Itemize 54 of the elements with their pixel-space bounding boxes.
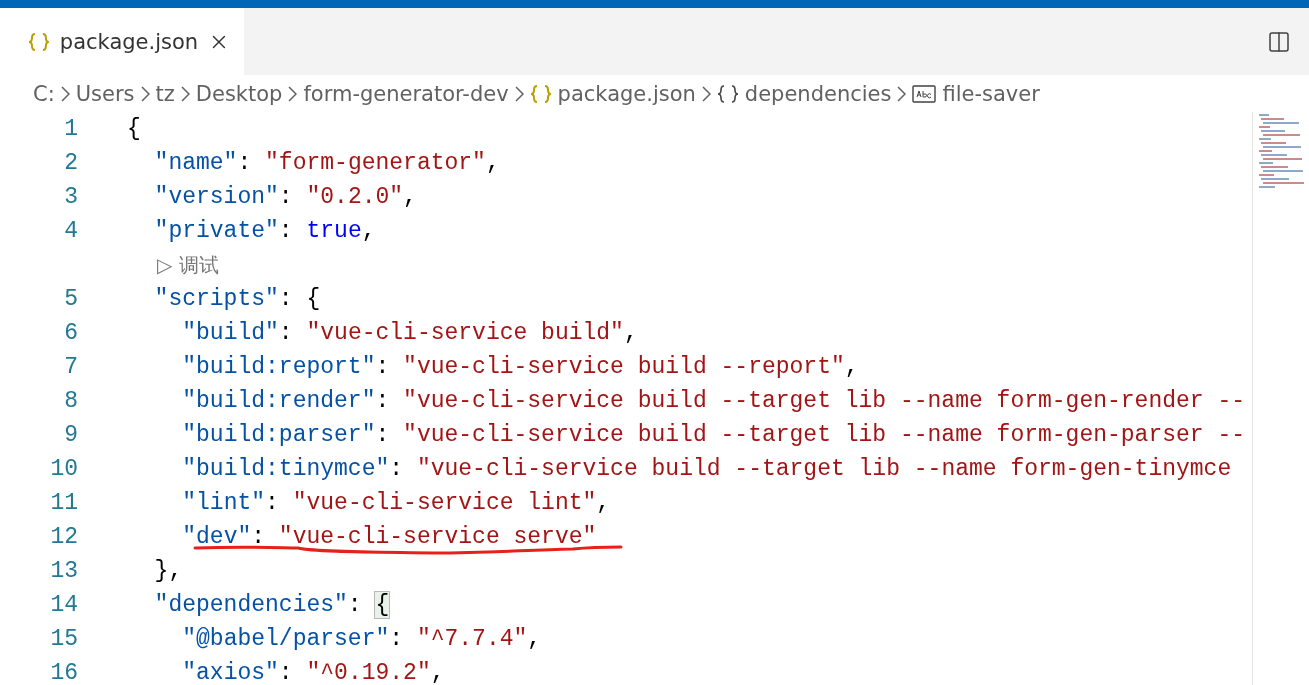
line-number: 16 (49, 660, 78, 685)
line-number: 1 (63, 116, 78, 142)
line-number: 3 (63, 184, 78, 210)
code-line: "build:tinymce": "vue-cli-service build --target lib --name form-gen-tinymce (181, 456, 1232, 482)
code-line: "build:render": "vue-cli-service build --target lib --name form-gen-render -- (181, 388, 1245, 414)
code-line: "lint": "vue-cli-service lint", (181, 490, 611, 516)
line-number: 6 (63, 320, 78, 346)
chevron-icon (897, 85, 907, 102)
breadcrumb-item[interactable]: tz (155, 81, 175, 106)
code-line: "build": "vue-cli-service build", (181, 320, 638, 346)
breadcrumb-item[interactable]: Desktop (195, 81, 283, 106)
code-line: "axios": "^0.19.2", (181, 660, 445, 685)
breadcrumb-item[interactable]: package.json (557, 81, 696, 106)
code-line: { (127, 116, 141, 142)
code-line: "private": true, (153, 218, 376, 244)
line-number: 4 (63, 218, 78, 244)
line-number: 15 (49, 626, 78, 652)
line-number: 14 (49, 592, 78, 618)
code-line: "scripts": { (153, 286, 321, 312)
breadcrumb-item[interactable]: file-saver (942, 81, 1040, 106)
editor-tab[interactable]: package.json (0, 8, 244, 75)
line-number: 13 (49, 558, 78, 584)
chevron-icon (701, 85, 711, 102)
chevron-icon (140, 85, 150, 102)
line-number: 7 (63, 354, 78, 380)
code-line: }, (153, 558, 183, 584)
line-number: 10 (49, 456, 78, 482)
braces-icon (716, 83, 739, 104)
chevron-icon (514, 85, 524, 102)
line-number: 12 (49, 524, 78, 550)
line-number: 8 (63, 388, 78, 414)
braces-icon (529, 83, 552, 104)
code-line: "version": "0.2.0", (153, 184, 417, 210)
chevron-icon (60, 85, 70, 102)
split-editor-icon[interactable] (1267, 29, 1291, 54)
code-line: "dev": "vue-cli-service serve" (181, 524, 597, 550)
breadcrumb-item[interactable]: Users (75, 81, 135, 106)
code-line: "build:report": "vue-cli-service build --report", (181, 354, 859, 380)
line-number: 11 (49, 490, 78, 516)
line-number: 5 (63, 286, 78, 312)
string-icon (912, 84, 937, 103)
debug-codelens[interactable]: ▷ 调试 (157, 251, 219, 279)
chevron-icon (180, 85, 190, 102)
code-line: "@babel/parser": "^7.7.4", (181, 626, 542, 652)
line-number: 9 (63, 422, 78, 448)
breadcrumb-item[interactable]: dependencies (744, 81, 892, 106)
breadcrumb-item[interactable]: form-generator-dev (303, 81, 509, 106)
code-line: "name": "form-generator", (153, 150, 500, 176)
code-line: "build:parser": "vue-cli-service build --target lib --name form-gen-parser -- (181, 422, 1245, 448)
breadcrumb-item[interactable]: C: (33, 81, 55, 106)
braces-icon (28, 31, 50, 52)
line-number: 2 (63, 150, 78, 176)
code-line: "dependencies": { (153, 592, 390, 618)
chevron-icon (288, 85, 298, 102)
